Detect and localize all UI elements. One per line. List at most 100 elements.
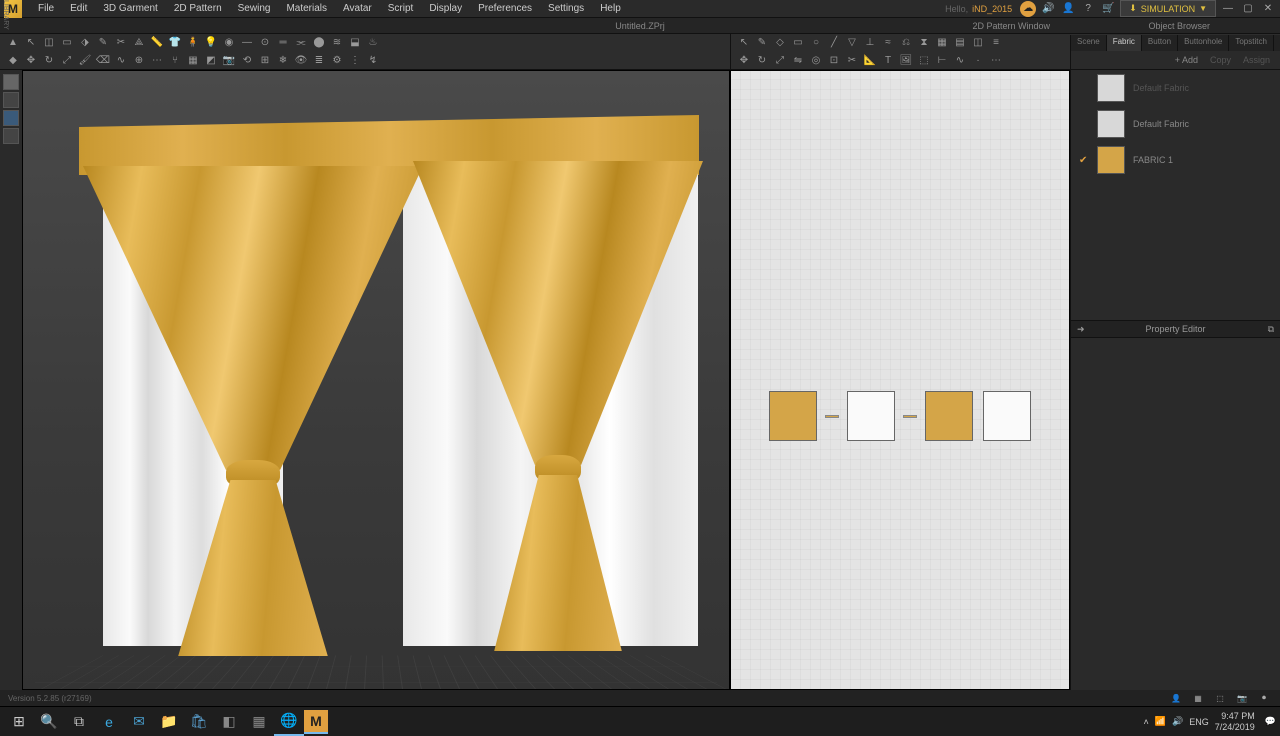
tool-thread[interactable]: ⫘ bbox=[293, 35, 309, 51]
tool-button[interactable]: ⬤ bbox=[311, 35, 327, 51]
tool-stitch[interactable]: ⋯ bbox=[149, 53, 165, 69]
tool-scissors[interactable]: ✂ bbox=[113, 35, 129, 51]
tool-weld[interactable]: ⊕ bbox=[131, 53, 147, 69]
tray-clock[interactable]: 9:47 PM 7/24/2019 bbox=[1215, 711, 1259, 733]
menu-preferences[interactable]: Preferences bbox=[470, 0, 540, 18]
tool2d-circle[interactable]: ○ bbox=[808, 35, 824, 51]
tool-paint[interactable]: 🖌 bbox=[77, 53, 93, 69]
tray-lang[interactable]: ENG bbox=[1189, 717, 1209, 727]
tab-topstitch[interactable]: Topstitch bbox=[1229, 35, 1274, 51]
menu-avatar[interactable]: Avatar bbox=[335, 0, 380, 18]
tool-freeze[interactable]: ❄ bbox=[275, 53, 291, 69]
viewport-2d-icon[interactable]: ▦ bbox=[1190, 690, 1206, 706]
assign-button[interactable]: Assign bbox=[1239, 54, 1274, 66]
side-icon-hanger[interactable] bbox=[3, 110, 19, 126]
tool2d-seam[interactable]: ≈ bbox=[880, 35, 896, 51]
pattern-piece[interactable] bbox=[925, 391, 973, 441]
tool-body[interactable]: 🧍 bbox=[185, 35, 201, 51]
cloud-icon[interactable]: ☁ bbox=[1020, 1, 1036, 17]
fabric-item[interactable]: ✔ FABRIC 1 bbox=[1071, 142, 1280, 178]
tool2d-snap[interactable]: ◫ bbox=[970, 35, 986, 51]
tool2d-image[interactable]: 🖼 bbox=[898, 53, 914, 69]
pattern-piece[interactable] bbox=[983, 391, 1031, 441]
tray-volume-icon[interactable]: 🔊 bbox=[1172, 716, 1183, 727]
expand-icon[interactable]: ➜ bbox=[1077, 324, 1085, 335]
tool2d-layers[interactable]: ▦ bbox=[934, 35, 950, 51]
menu-file[interactable]: File bbox=[30, 0, 62, 18]
tool-lasso[interactable]: ◫ bbox=[41, 35, 57, 51]
tool-more3[interactable]: ↯ bbox=[365, 53, 381, 69]
tool-reset[interactable]: ⟲ bbox=[239, 53, 255, 69]
tool2d-grid[interactable]: ▤ bbox=[952, 35, 968, 51]
tool-smooth[interactable]: ∿ bbox=[113, 53, 129, 69]
chrome-icon[interactable]: 🌐 bbox=[274, 708, 304, 736]
tab-fabric[interactable]: Fabric bbox=[1107, 35, 1142, 51]
tool2d-cut[interactable]: ✂ bbox=[844, 53, 860, 69]
tool2d-point[interactable]: · bbox=[970, 53, 986, 69]
minimize-icon[interactable]: — bbox=[1220, 1, 1236, 17]
menu-display[interactable]: Display bbox=[421, 0, 470, 18]
task-view-icon[interactable]: ⧉ bbox=[64, 708, 94, 736]
tool2d-dart[interactable]: ▽ bbox=[844, 35, 860, 51]
menu-2d-pattern[interactable]: 2D Pattern bbox=[166, 0, 230, 18]
tool2d-move[interactable]: ✥ bbox=[736, 53, 752, 69]
tool2d-scale[interactable]: ⤢ bbox=[772, 53, 788, 69]
tool-more1[interactable]: ⚙ bbox=[329, 53, 345, 69]
tool2d-internal[interactable]: ⊡ bbox=[826, 53, 842, 69]
pattern-piece[interactable] bbox=[769, 391, 817, 441]
close-icon[interactable]: ✕ bbox=[1260, 1, 1276, 17]
menu-help[interactable]: Help bbox=[592, 0, 629, 18]
popout-icon[interactable]: ⧉ bbox=[1268, 324, 1274, 335]
menu-script[interactable]: Script bbox=[380, 0, 422, 18]
menu-3d-garment[interactable]: 3D Garment bbox=[95, 0, 165, 18]
tool2d-flip[interactable]: ⇋ bbox=[790, 53, 806, 69]
tab-button[interactable]: Button bbox=[1142, 35, 1178, 51]
side-icon-garment[interactable] bbox=[3, 92, 19, 108]
tool-move[interactable]: ✥ bbox=[23, 53, 39, 69]
app-icon[interactable]: ◧ bbox=[214, 708, 244, 736]
tool-box[interactable]: ▭ bbox=[59, 35, 75, 51]
tool-uv[interactable]: ◩ bbox=[203, 53, 219, 69]
viewport-3d[interactable] bbox=[22, 70, 730, 690]
mail-icon[interactable]: ✉ bbox=[124, 708, 154, 736]
edge-icon[interactable]: e bbox=[94, 708, 124, 736]
tool-select[interactable]: ▲ bbox=[5, 35, 21, 51]
tool2d-line[interactable]: ╱ bbox=[826, 35, 842, 51]
simulation-button[interactable]: ⬇ SIMULATION ▼ bbox=[1120, 0, 1216, 17]
tab-scene[interactable]: Scene bbox=[1071, 35, 1107, 51]
tool-erase[interactable]: ⌫ bbox=[95, 53, 111, 69]
tool-light[interactable]: 💡 bbox=[203, 35, 219, 51]
user-icon[interactable]: 👤 bbox=[1060, 1, 1076, 17]
tool-iron[interactable]: ⬓ bbox=[347, 35, 363, 51]
fabric-item[interactable]: Default Fabric bbox=[1071, 70, 1280, 106]
tab-buttonhole[interactable]: Buttonhole bbox=[1178, 35, 1229, 51]
vtab-library[interactable]: LIBRARY bbox=[2, 0, 9, 34]
tool2d-group[interactable]: ⬚ bbox=[916, 53, 932, 69]
copy-button[interactable]: Copy bbox=[1206, 54, 1235, 66]
tool2d-measure[interactable]: 📐 bbox=[862, 53, 878, 69]
tool-scale[interactable]: ⤢ bbox=[59, 53, 75, 69]
help-icon[interactable]: ? bbox=[1080, 1, 1096, 17]
tool-avatar[interactable]: 👕 bbox=[167, 35, 183, 51]
tool-snapshot[interactable]: 📷 bbox=[221, 53, 237, 69]
viewport-3d-icon[interactable]: ⬚ bbox=[1212, 690, 1228, 706]
pattern-piece[interactable] bbox=[847, 391, 895, 441]
tool2d-align[interactable]: ≡ bbox=[988, 35, 1004, 51]
tool2d-edit[interactable]: ✎ bbox=[754, 35, 770, 51]
tool-render[interactable]: ◉ bbox=[221, 35, 237, 51]
tool2d-poly[interactable]: ◇ bbox=[772, 35, 788, 51]
tool2d-text[interactable]: T bbox=[880, 53, 896, 69]
tool-camera[interactable]: — bbox=[239, 35, 255, 51]
camera-icon[interactable]: 📷 bbox=[1234, 690, 1250, 706]
user-name[interactable]: iND_2015 bbox=[972, 4, 1012, 14]
tool2d-rotate[interactable]: ↻ bbox=[754, 53, 770, 69]
side-icon-other[interactable] bbox=[3, 128, 19, 144]
property-editor-header[interactable]: ➜ Property Editor ⧉ bbox=[1071, 320, 1280, 338]
tool-zipper[interactable]: ≋ bbox=[329, 35, 345, 51]
settings-icon[interactable]: ▦ bbox=[244, 708, 274, 736]
tool-arrow[interactable]: ↖ bbox=[23, 35, 39, 51]
tool2d-curve[interactable]: ∿ bbox=[952, 53, 968, 69]
tray-notifications-icon[interactable]: 💬 bbox=[1265, 716, 1276, 727]
explorer-icon[interactable]: 📁 bbox=[154, 708, 184, 736]
tool-gizmo[interactable]: ⬗ bbox=[77, 35, 93, 51]
